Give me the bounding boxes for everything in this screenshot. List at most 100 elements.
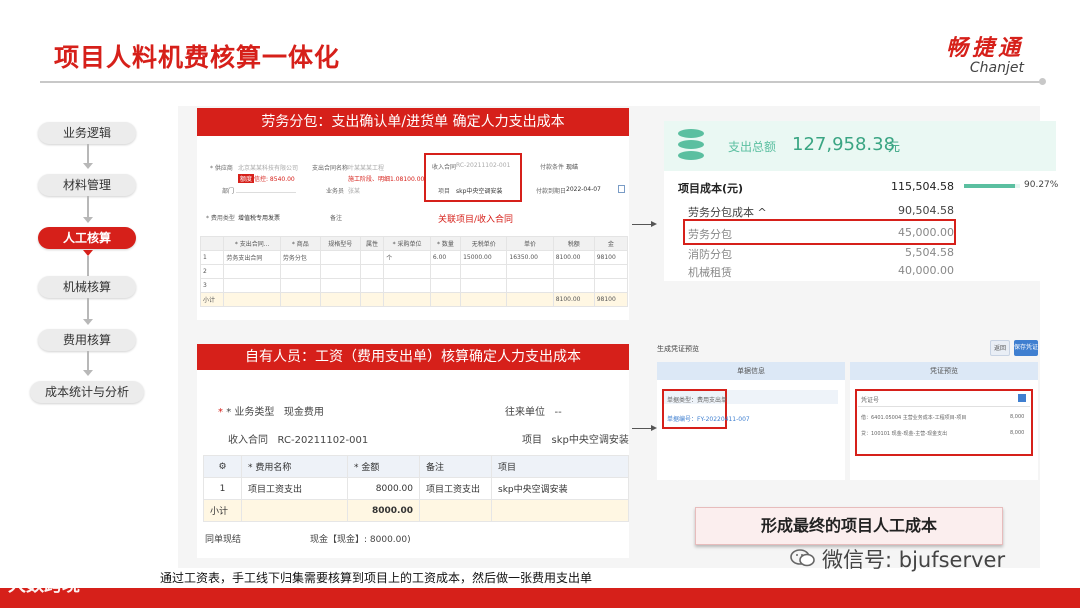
- doc-info-header: 单据信息: [657, 362, 845, 380]
- project-label: 项目: [522, 435, 542, 446]
- total-label: 支出总额: [728, 140, 777, 154]
- flow-connector: [87, 351, 89, 371]
- own-staff-banner: 自有人员：工资（费用支出单）核算确定人力支出成本: [197, 344, 629, 370]
- dept-input[interactable]: [236, 192, 296, 193]
- calendar-icon[interactable]: [618, 185, 625, 193]
- partner-label: 往来单位: [505, 407, 545, 418]
- doc-number-link[interactable]: 单据编号：FY-20220411-007: [667, 414, 750, 423]
- contract-value[interactable]: 叶某某某工程: [348, 163, 384, 172]
- cost-row-value: 5,504.58: [905, 246, 954, 259]
- cost-row-label: 消防分包: [688, 248, 732, 261]
- flow-step-labor[interactable]: 人工核算: [38, 227, 136, 249]
- table-cell: 8100.00: [552, 250, 595, 265]
- own-staff-panel: [197, 344, 629, 558]
- table-header: 规格型号: [319, 236, 361, 251]
- table-cell: 项目工资支出: [419, 477, 492, 500]
- project-cost-progress: [964, 184, 1020, 188]
- total-value: 127,958.38: [792, 134, 896, 155]
- salesman-value[interactable]: 张某: [348, 186, 360, 195]
- arrow-right-icon: [651, 425, 657, 431]
- logo-cn: 畅捷通: [945, 36, 1024, 61]
- table-cell: 1: [199, 250, 225, 265]
- wechat-icon: [790, 549, 815, 567]
- flow-connector: [87, 256, 89, 276]
- table-header: [199, 236, 225, 251]
- settings-icon[interactable]: ⚙: [203, 455, 242, 478]
- project-cost-label: 项目成本(元): [678, 182, 744, 195]
- pay-date-value[interactable]: 2022-04-07: [566, 186, 601, 193]
- table-cell: 1: [203, 477, 242, 500]
- chanjet-logo: 畅捷通 Chanjet: [946, 30, 1024, 76]
- income-contract-label: 收入合同: [432, 164, 457, 171]
- connector-line: [632, 224, 652, 225]
- project-value[interactable]: skp中央空调安装: [456, 186, 502, 195]
- table-cell: 98100: [593, 250, 629, 265]
- table-row[interactable]: 1 劳务支出合同 劳务分包 个 6.00 15000.00 16350.00 8…: [199, 250, 629, 265]
- cost-summary-panel: 支出总额 127,958.38 元 项目成本(元) 115,504.58 90.…: [664, 121, 1059, 281]
- pay-cond-value[interactable]: 现结: [566, 162, 578, 171]
- flow-step-cost-analysis[interactable]: 成本统计与分析: [30, 381, 144, 403]
- cost-row-label: 机械租赁: [688, 266, 732, 279]
- credit-tag: 额度: [238, 174, 255, 183]
- cost-row-label: 劳务分包成本 ^: [688, 206, 767, 219]
- total-unit: 元: [888, 140, 901, 154]
- table-cell: 项目工资支出: [241, 477, 348, 500]
- table-cell: 劳务支出合同: [223, 250, 281, 265]
- settle-label: 同单现结: [205, 535, 242, 545]
- income-contract-value[interactable]: RC-20211102-001: [456, 162, 510, 169]
- table-header: * 费用名称: [241, 455, 348, 478]
- table-header: * 商品: [279, 236, 321, 251]
- voucher-highlight: [855, 389, 1033, 456]
- table-header: * 支出合同...: [223, 236, 281, 251]
- connector-line: [632, 428, 652, 429]
- total-amount: 8000.00: [347, 499, 420, 522]
- partner-value[interactable]: --: [555, 407, 562, 418]
- table-cell: 6.00: [429, 250, 462, 265]
- back-button[interactable]: 返回: [990, 340, 1010, 356]
- project-field: 项目 skp中央空调安装: [522, 431, 629, 446]
- flow-arrow-icon: [83, 370, 93, 376]
- table-row[interactable]: 2: [199, 264, 629, 279]
- flow-step-machinery[interactable]: 机械核算: [38, 276, 136, 298]
- voucher-edit-icon[interactable]: [1018, 394, 1026, 402]
- income-contract-value[interactable]: RC-20211102-001: [278, 435, 369, 446]
- total-tax: 8100.00: [552, 292, 595, 307]
- voucher-debit-line: 借：6401.05004 主营业务成本-工程项目-项目: [861, 415, 967, 421]
- slide-caption: 通过工资表，手工线下归集需要核算到项目上的工资成本，然后做一张费用支出单: [160, 571, 593, 585]
- database-icon: [678, 129, 704, 163]
- table-cell: 2: [199, 264, 225, 279]
- flow-step-material[interactable]: 材料管理: [38, 174, 136, 196]
- table-header: 项目: [491, 455, 629, 478]
- project-cost-percent: 90.27%: [1024, 180, 1059, 190]
- project-cost-value: 115,504.58: [891, 180, 954, 193]
- flow-connector: [87, 196, 89, 218]
- table-header: 属性: [359, 236, 385, 251]
- table-header: 备注: [419, 455, 492, 478]
- fee-type-value[interactable]: 增值税专用发票: [238, 213, 280, 222]
- supplier-label: * 供应商: [210, 165, 233, 172]
- final-labor-cost-button[interactable]: 形成最终的项目人工成本: [695, 507, 1003, 545]
- project-value[interactable]: skp中央空调安装: [552, 435, 629, 446]
- logo-en: Chanjet: [969, 60, 1024, 76]
- supplier-value[interactable]: 北京某某科技有限公司: [238, 163, 298, 172]
- save-voucher-button[interactable]: 保存凭证: [1014, 340, 1038, 356]
- project-label: 项目: [438, 188, 451, 195]
- table-row[interactable]: 3: [199, 278, 629, 293]
- table-header: 单价: [506, 236, 554, 251]
- biz-type-value[interactable]: 现金费用: [284, 407, 324, 418]
- total-label: 小计: [203, 499, 242, 522]
- wechat-id: 微信号: bjufserver: [822, 548, 1006, 572]
- dept-label: 部门: [222, 188, 235, 195]
- table-row[interactable]: 1 项目工资支出 8000.00 项目工资支出 skp中央空调安装: [203, 477, 629, 500]
- flow-step-expense[interactable]: 费用核算: [38, 329, 136, 351]
- pay-cond-label: 付款条件: [540, 164, 565, 171]
- subcontract-banner: 劳务分包：支出确认单/进货单 确定人力支出成本: [197, 108, 629, 136]
- biz-type-label: * 业务类型: [226, 407, 275, 418]
- contract-label: 支出合同名称: [312, 165, 349, 172]
- flow-step-business-logic[interactable]: 业务逻辑: [38, 122, 136, 144]
- table-header: 税额: [552, 236, 595, 251]
- remark-label: 备注: [330, 215, 343, 222]
- footer-bar: [0, 588, 1080, 608]
- settle-value: 现金【现金】: 8000.00): [310, 535, 411, 545]
- table-cell: 3: [199, 278, 225, 293]
